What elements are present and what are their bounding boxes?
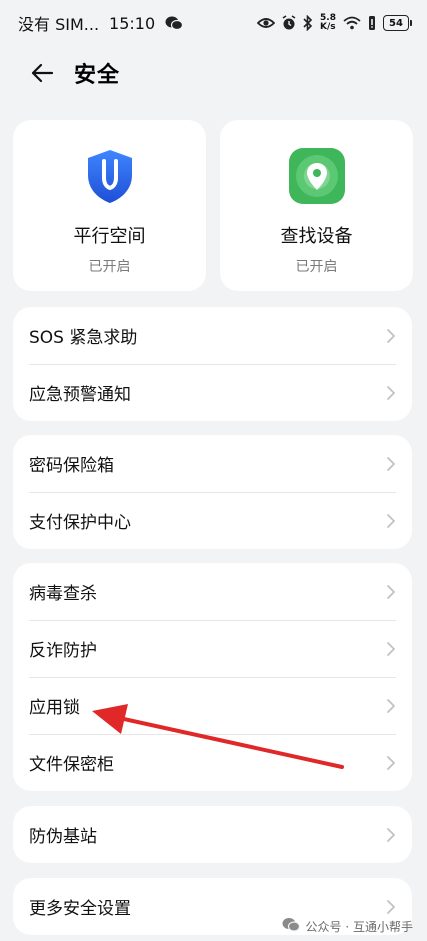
list-item-fake-base-station[interactable]: 防伪基站 (13, 806, 412, 863)
back-arrow-icon[interactable] (20, 51, 64, 95)
tile-status: 已开启 (88, 259, 131, 275)
chevron-right-icon (386, 827, 396, 843)
list-item-anti-fraud[interactable]: 反诈防护 (13, 620, 412, 677)
list-item-virus-scan[interactable]: 病毒查杀 (13, 563, 412, 620)
chevron-right-icon (386, 456, 396, 472)
list-item-app-lock[interactable]: 应用锁 (13, 677, 412, 734)
list-item-label: 密码保险箱 (29, 456, 114, 476)
shield-icon (81, 147, 139, 205)
list-item-payment-protection[interactable]: 支付保护中心 (13, 492, 412, 549)
list-item-label: 防伪基站 (29, 827, 97, 847)
net-speed-unit: K/s (320, 22, 336, 32)
settings-group: 密码保险箱 支付保护中心 (13, 435, 412, 549)
list-item-emergency-alert[interactable]: 应急预警通知 (13, 364, 412, 421)
wechat-logo-icon (282, 917, 300, 935)
battery-icon: 54 (383, 15, 412, 31)
list-item-label: 更多安全设置 (29, 899, 131, 919)
list-item-label: 病毒查杀 (29, 584, 97, 604)
chevron-right-icon (386, 698, 396, 714)
carrier-label: 没有 SIM... (18, 15, 100, 34)
clock: 15:10 (109, 13, 156, 33)
list-item-label: SOS 紧急求助 (29, 328, 138, 348)
list-item-label: 应急预警通知 (29, 385, 131, 405)
page-header: 安全 (0, 50, 427, 96)
list-item-sos[interactable]: SOS 紧急求助 (13, 307, 412, 364)
location-pin-icon (288, 147, 346, 205)
tile-find-device[interactable]: 查找设备 已开启 (220, 120, 413, 291)
chevron-right-icon (386, 328, 396, 344)
tile-status: 已开启 (295, 259, 338, 275)
chevron-right-icon (386, 641, 396, 657)
tile-title: 平行空间 (73, 226, 146, 247)
watermark-text: 公众号 · 互通小帮手 (305, 919, 413, 934)
settings-group: 防伪基站 (13, 806, 412, 863)
chevron-right-icon (386, 755, 396, 771)
settings-group: 病毒查杀 反诈防护 应用锁 文件保密柜 (13, 563, 412, 791)
status-bar: 没有 SIM... 15:10 5.8 K/s 54 (0, 0, 427, 46)
battery-level: 54 (389, 17, 403, 29)
list-item-label: 反诈防护 (29, 641, 97, 661)
chevron-right-icon (386, 584, 396, 600)
watermark: 公众号 · 互通小帮手 (282, 917, 413, 935)
tile-parallel-space[interactable]: 平行空间 已开启 (13, 120, 206, 291)
vibrate-icon (368, 15, 376, 31)
list-item-file-safe[interactable]: 文件保密柜 (13, 734, 412, 791)
page-title: 安全 (74, 63, 121, 88)
alarm-icon (282, 15, 296, 31)
list-item-label: 文件保密柜 (29, 755, 114, 775)
wechat-icon (165, 15, 184, 31)
list-item-password-vault[interactable]: 密码保险箱 (13, 435, 412, 492)
chevron-right-icon (386, 513, 396, 529)
net-speed: 5.8 K/s (320, 14, 336, 32)
chevron-right-icon (386, 899, 396, 915)
settings-group: SOS 紧急求助 应急预警通知 (13, 307, 412, 421)
list-item-label: 支付保护中心 (29, 513, 131, 533)
eye-icon (257, 17, 276, 29)
bluetooth-icon (303, 15, 313, 31)
list-item-label: 应用锁 (29, 698, 80, 718)
chevron-right-icon (386, 385, 396, 401)
wifi-icon (343, 16, 361, 30)
tile-title: 查找设备 (280, 226, 353, 247)
